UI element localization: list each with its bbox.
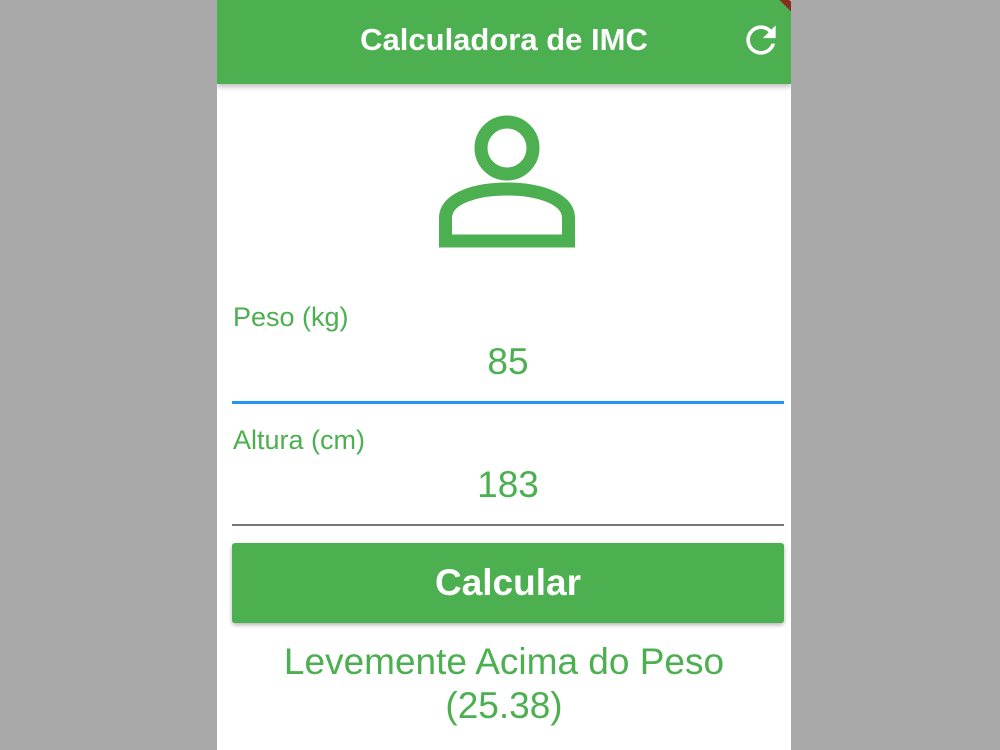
weight-input[interactable] bbox=[232, 338, 784, 386]
refresh-icon bbox=[746, 25, 776, 55]
app-title: Calculadora de IMC bbox=[360, 22, 648, 57]
result-text: Levemente Acima do Peso (25.38) bbox=[217, 640, 791, 728]
height-input[interactable] bbox=[232, 461, 784, 509]
calculate-button[interactable]: Calcular bbox=[232, 543, 784, 623]
result-bmi-value: (25.38) bbox=[445, 685, 563, 726]
app-bar: Calculadora de IMC bbox=[217, 0, 791, 84]
height-underline bbox=[232, 524, 784, 526]
weight-label: Peso (kg) bbox=[233, 302, 349, 332]
refresh-button[interactable] bbox=[739, 18, 783, 62]
height-label: Altura (cm) bbox=[233, 425, 366, 455]
person-outline-icon bbox=[439, 115, 575, 251]
result-classification: Levemente Acima do Peso bbox=[283, 641, 725, 682]
weight-underline bbox=[232, 401, 784, 404]
weight-field: Peso (kg) bbox=[232, 300, 784, 406]
height-field: Altura (cm) bbox=[232, 423, 784, 529]
app-screen: Calculadora de IMC DEBUG Peso (kg) Altur… bbox=[217, 0, 791, 750]
